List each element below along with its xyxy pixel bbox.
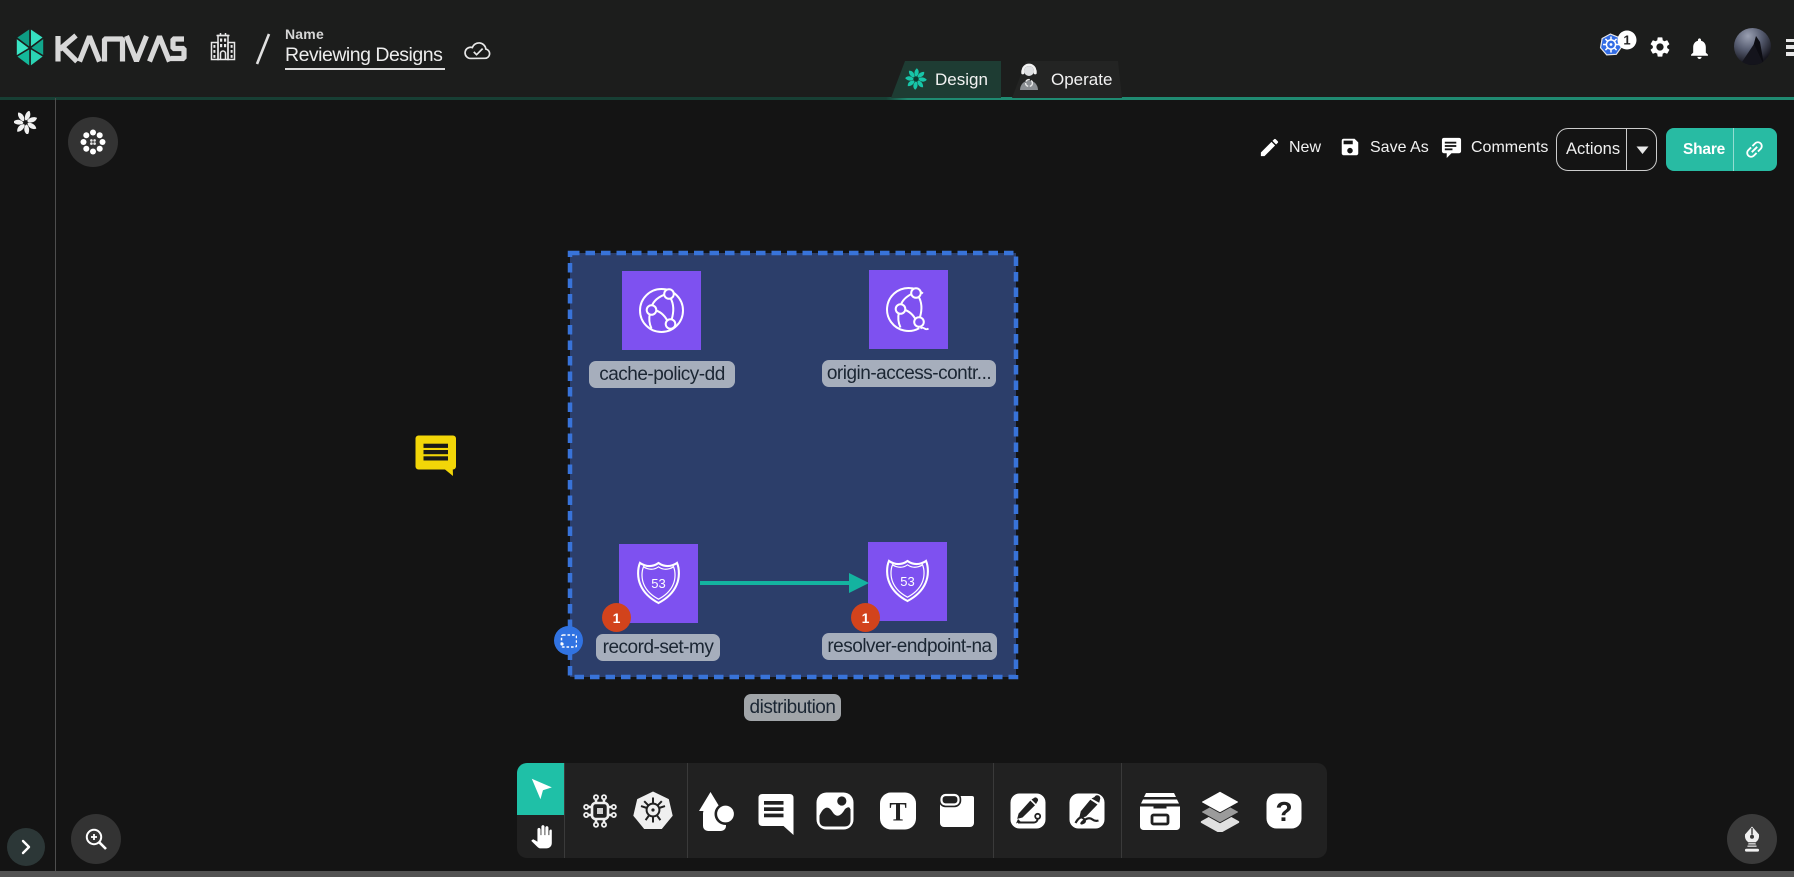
svg-text:?: ? — [1275, 796, 1292, 827]
svg-text:53: 53 — [900, 574, 914, 589]
svg-text:T: T — [889, 798, 906, 827]
svg-text:53: 53 — [651, 576, 665, 591]
svg-text:1: 1 — [1623, 33, 1630, 48]
